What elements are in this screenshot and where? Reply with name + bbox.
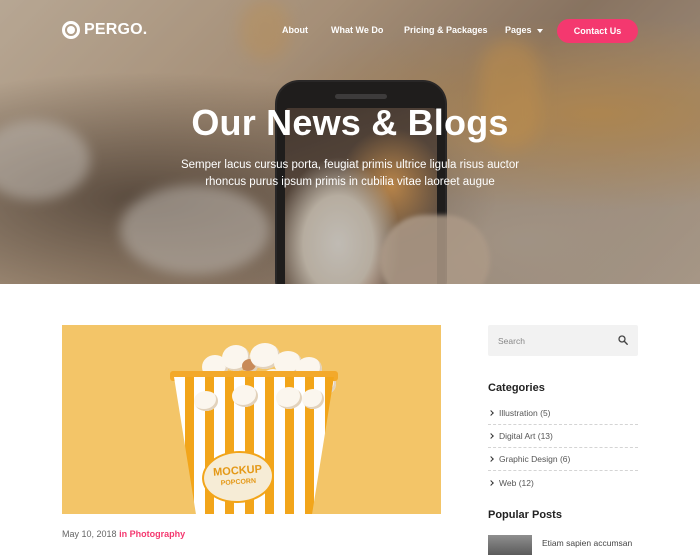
hero-banner: PERGO. About What We Do Pricing & Packag…	[0, 0, 700, 284]
popcorn-kernel	[302, 389, 324, 409]
chevron-right-icon	[488, 479, 494, 486]
post-meta: May 10, 2018 in Photography	[62, 529, 185, 539]
category-count: (6)	[559, 454, 571, 464]
nav-item-what-we-do[interactable]: What We Do	[331, 25, 383, 35]
nav-item-pricing[interactable]: Pricing & Packages	[404, 25, 488, 35]
chevron-right-icon	[488, 433, 494, 439]
caret-down-icon	[536, 28, 543, 33]
popcorn-kernel	[232, 385, 258, 407]
category-label: Graphic Design	[499, 454, 558, 464]
category-item-illustration[interactable]: Illustration (5)	[488, 402, 638, 425]
popular-post-thumbnail[interactable]	[488, 535, 532, 555]
category-label: Digital Art	[499, 431, 536, 441]
popular-posts-heading: Popular Posts	[488, 509, 562, 521]
popular-post-title[interactable]: Etiam sapien accumsan	[542, 538, 632, 548]
category-count: (13)	[537, 431, 553, 441]
category-count: (12)	[518, 477, 534, 488]
nav-item-pages[interactable]: Pages	[505, 25, 543, 35]
hero-subtitle-line: rhoncus purus ipsum primis in cubilia vi…	[205, 176, 495, 188]
nav-item-about[interactable]: About	[282, 25, 308, 35]
post-featured-image[interactable]: MOCKUP POPCORN	[62, 325, 441, 514]
search-input[interactable]	[488, 325, 638, 356]
post-date: May 10, 2018	[62, 529, 117, 539]
category-label: Illustration	[499, 408, 538, 418]
page-title: Our News & Blogs	[191, 102, 509, 143]
hero-subtitle-line: Semper lacus cursus porta, feugiat primi…	[180, 159, 520, 171]
nav-item-pages-label: Pages	[505, 25, 532, 35]
category-item-digital-art[interactable]: Digital Art (13)	[488, 425, 638, 448]
category-label: Web	[499, 477, 517, 488]
categories-heading: Categories	[488, 382, 545, 394]
search-icon[interactable]	[618, 335, 628, 345]
chevron-right-icon	[488, 410, 494, 416]
category-item-graphic-design[interactable]: Graphic Design (6)	[488, 448, 638, 471]
post-category-link[interactable]: Photography	[130, 529, 186, 539]
popcorn-kernel	[194, 391, 218, 411]
contact-us-button[interactable]: Contact Us	[557, 19, 638, 43]
hero-subtitle: Semper lacus cursus porta, feugiat primi…	[0, 157, 700, 191]
popcorn-kernel	[276, 387, 302, 409]
category-count: (5)	[540, 408, 551, 418]
popcorn-label-sub: POPCORN	[220, 477, 257, 488]
category-item-web[interactable]: Web (12)	[488, 471, 638, 494]
post-category-prefix: in	[119, 529, 128, 539]
chevron-right-icon	[488, 456, 494, 462]
sidebar-search	[488, 325, 638, 356]
